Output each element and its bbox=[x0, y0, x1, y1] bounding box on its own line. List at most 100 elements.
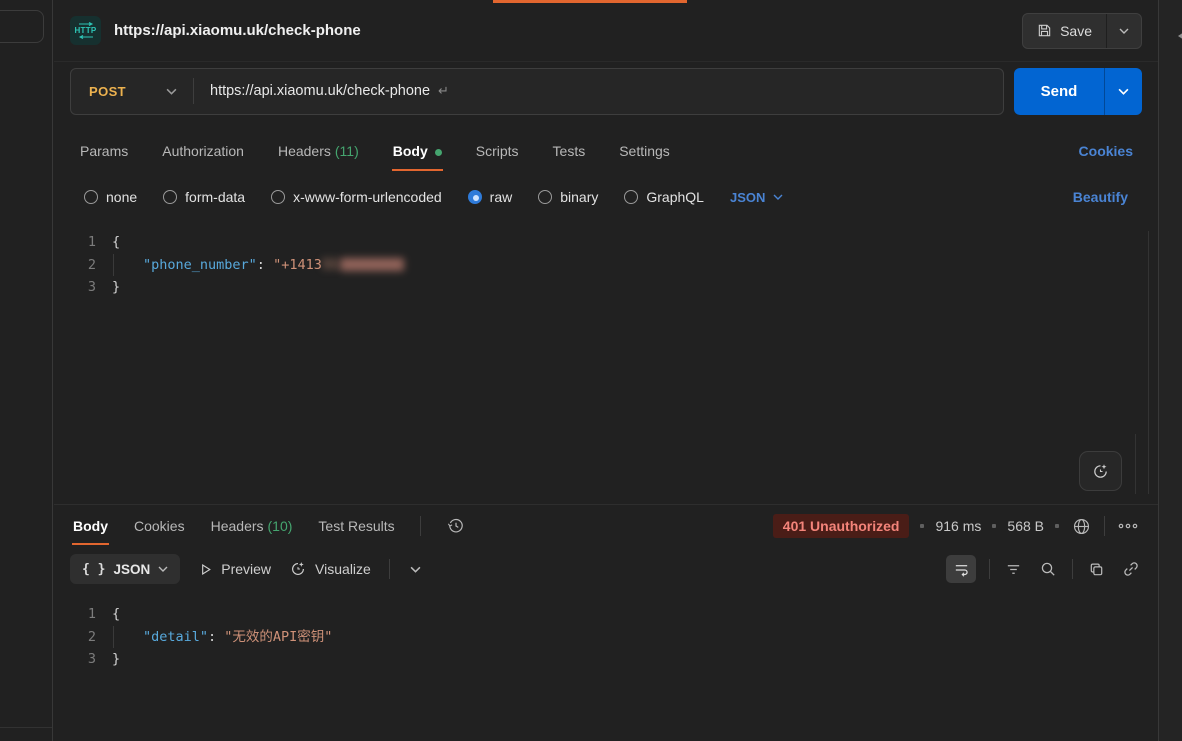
save-button[interactable]: Save bbox=[1023, 14, 1106, 48]
search-icon bbox=[1039, 560, 1057, 578]
network-info-button[interactable] bbox=[1070, 515, 1093, 538]
filter-button[interactable] bbox=[1003, 559, 1024, 580]
editor-scrollbar[interactable] bbox=[1148, 231, 1149, 494]
divider bbox=[1104, 516, 1105, 536]
radio-icon bbox=[271, 190, 285, 204]
code-line: 3 } bbox=[54, 276, 1158, 299]
send-button[interactable]: Send bbox=[1014, 68, 1104, 115]
search-button[interactable] bbox=[1037, 558, 1059, 580]
tab-authorization[interactable]: Authorization bbox=[161, 129, 245, 175]
preview-button[interactable]: Preview bbox=[198, 561, 271, 577]
line-number: 2 bbox=[54, 254, 112, 277]
response-format-dropdown[interactable]: { } JSON bbox=[70, 554, 180, 584]
json-value: "无效的API密钥" bbox=[224, 629, 332, 645]
editor-scrollbar-secondary[interactable] bbox=[1135, 434, 1136, 494]
code-line: 1 { bbox=[54, 231, 1158, 254]
code-line: 3 } bbox=[54, 648, 1158, 671]
body-modified-dot bbox=[435, 149, 442, 156]
link-icon bbox=[1122, 560, 1140, 578]
collapse-arrow-icon[interactable] bbox=[1178, 30, 1182, 42]
method-selector-value[interactable]: POST bbox=[71, 84, 140, 99]
dot-separator bbox=[920, 524, 924, 528]
url-input[interactable]: https://api.xiaomu.uk/check-phone bbox=[210, 83, 430, 99]
chevron-down-icon bbox=[410, 566, 421, 573]
tab-settings[interactable]: Settings bbox=[618, 129, 671, 175]
http-protocol-icon: HTTP bbox=[70, 16, 101, 45]
play-icon bbox=[198, 562, 213, 577]
json-value-visible: "+1413 bbox=[273, 257, 322, 273]
wrap-text-button[interactable] bbox=[946, 555, 976, 583]
app-window: HTTP https://api.xiaomu.uk/check-phone S… bbox=[0, 0, 1182, 741]
response-tab-body[interactable]: Body bbox=[72, 507, 109, 545]
body-mode-raw[interactable]: raw bbox=[468, 189, 513, 205]
copy-response-button[interactable] bbox=[1086, 559, 1107, 580]
filter-icon bbox=[1005, 561, 1022, 578]
tab-params[interactable]: Params bbox=[79, 129, 129, 175]
response-size[interactable]: 568 B bbox=[1007, 518, 1044, 534]
send-options-button[interactable] bbox=[1104, 68, 1142, 115]
json-key: "phone_number" bbox=[143, 257, 257, 273]
copy-icon bbox=[1088, 561, 1105, 578]
code-text: } bbox=[112, 276, 120, 299]
body-mode-form-data[interactable]: form-data bbox=[163, 189, 245, 205]
radio-icon bbox=[163, 190, 177, 204]
url-divider bbox=[193, 78, 194, 104]
line-number: 3 bbox=[54, 648, 112, 671]
method-chevron-down-icon[interactable] bbox=[166, 88, 193, 95]
postbot-sparkle-icon bbox=[1091, 462, 1110, 481]
visualize-button[interactable]: Visualize bbox=[289, 560, 371, 578]
link-button[interactable] bbox=[1120, 558, 1142, 580]
request-body-editor[interactable]: 1 { 2 "phone_number": "+141355 3 } bbox=[54, 219, 1158, 504]
line-number: 1 bbox=[54, 231, 112, 254]
divider bbox=[989, 559, 990, 579]
response-more-actions-button[interactable] bbox=[1116, 521, 1140, 531]
body-mode-binary[interactable]: binary bbox=[538, 189, 598, 205]
json-separator: : bbox=[257, 257, 273, 273]
code-text: { bbox=[112, 603, 120, 626]
radio-icon bbox=[84, 190, 98, 204]
line-number: 3 bbox=[54, 276, 112, 299]
cookies-link[interactable]: Cookies bbox=[1079, 143, 1133, 175]
request-url-bar: POST https://api.xiaomu.uk/check-phone ↵… bbox=[54, 62, 1158, 120]
clock-history-icon bbox=[447, 517, 465, 535]
response-time[interactable]: 916 ms bbox=[935, 518, 981, 534]
save-options-button[interactable] bbox=[1106, 14, 1141, 48]
body-mode-urlencoded[interactable]: x-www-form-urlencoded bbox=[271, 189, 442, 205]
response-tab-headers[interactable]: Headers(10) bbox=[210, 507, 294, 545]
body-mode-graphql[interactable]: GraphQL bbox=[624, 189, 704, 205]
headers-count-badge: (11) bbox=[335, 143, 359, 159]
response-history-button[interactable] bbox=[445, 515, 467, 537]
wrap-text-icon bbox=[953, 561, 970, 578]
tab-scripts[interactable]: Scripts bbox=[475, 129, 520, 175]
line-number: 2 bbox=[54, 626, 112, 649]
json-separator: : bbox=[208, 629, 224, 645]
beautify-link[interactable]: Beautify bbox=[1073, 189, 1128, 205]
body-mode-none[interactable]: none bbox=[84, 189, 137, 205]
url-input-container: POST https://api.xiaomu.uk/check-phone ↵ bbox=[70, 68, 1004, 115]
save-split-button: Save bbox=[1022, 13, 1142, 49]
tab-tests[interactable]: Tests bbox=[552, 129, 587, 175]
radio-icon bbox=[538, 190, 552, 204]
response-tab-cookies[interactable]: Cookies bbox=[133, 507, 186, 545]
tab-body[interactable]: Body bbox=[392, 129, 443, 175]
response-tab-test-results[interactable]: Test Results bbox=[317, 507, 395, 545]
raw-language-dropdown[interactable]: JSON bbox=[730, 190, 783, 205]
ellipsis-icon bbox=[1118, 523, 1138, 529]
response-header-bar: Body Cookies Headers(10) Test Results 40… bbox=[54, 504, 1158, 547]
divider bbox=[389, 559, 390, 579]
tab-headers[interactable]: Headers(11) bbox=[277, 129, 360, 175]
view-options-button[interactable] bbox=[408, 564, 423, 575]
braces-icon: { } bbox=[82, 562, 105, 577]
redacted-value-block bbox=[340, 258, 404, 271]
status-badge[interactable]: 401 Unauthorized bbox=[773, 514, 910, 538]
response-toolbar: { } JSON Preview bbox=[54, 547, 1158, 591]
code-text: } bbox=[112, 648, 120, 671]
response-format-value: JSON bbox=[113, 562, 150, 577]
postbot-button[interactable] bbox=[1079, 451, 1122, 491]
left-sidebar bbox=[0, 0, 53, 741]
divider bbox=[420, 516, 421, 536]
send-split-button: Send bbox=[1014, 68, 1142, 115]
response-body-editor[interactable]: 1 { 2 "detail": "无效的API密钥" 3 } bbox=[54, 591, 1158, 741]
radio-selected-icon bbox=[468, 190, 482, 204]
http-badge-label: HTTP bbox=[74, 26, 96, 35]
